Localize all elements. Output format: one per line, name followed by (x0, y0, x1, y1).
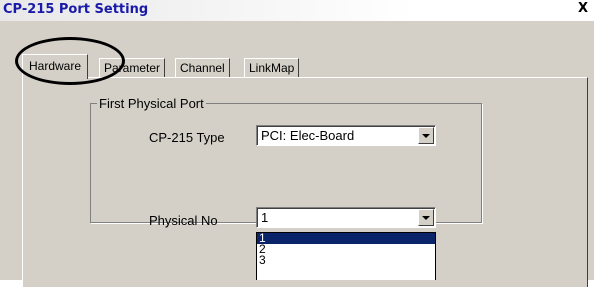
port-setting-window: CP-215 Port Setting X Hardware Parameter… (0, 0, 594, 287)
physical-no-dropdown-list[interactable]: 1 2 3 (256, 232, 436, 280)
tab-hardware[interactable]: Hardware (22, 54, 89, 79)
tab-parameter[interactable]: Parameter (99, 58, 166, 78)
dropdown-option[interactable]: 2 (257, 243, 435, 255)
physical-no-value: 1 (261, 210, 269, 225)
window-title: CP-215 Port Setting (3, 2, 149, 17)
tab-channel[interactable]: Channel (175, 58, 230, 78)
dropdown-option[interactable]: 1 (257, 233, 435, 244)
group-title: First Physical Port (97, 96, 206, 111)
tab-linkmap[interactable]: LinkMap (244, 58, 300, 78)
dropdown-option[interactable]: 3 (257, 254, 435, 266)
title-bar[interactable]: CP-215 Port Setting X (0, 0, 594, 21)
physical-no-label: Physical No (149, 213, 218, 228)
first-physical-port-group: First Physical Port (90, 96, 482, 223)
chevron-down-icon[interactable] (418, 209, 434, 226)
physical-no-select[interactable]: 1 (256, 207, 436, 228)
close-button[interactable]: X (576, 2, 590, 16)
